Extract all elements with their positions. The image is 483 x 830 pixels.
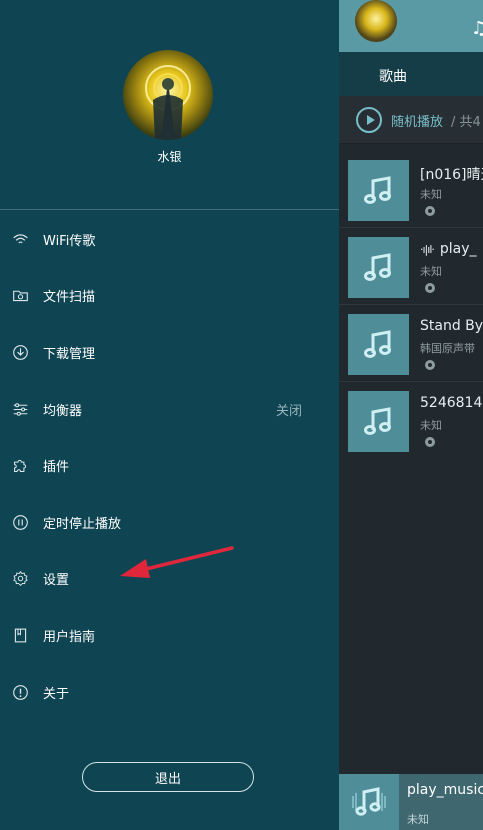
avatar-figure-icon [145, 65, 191, 140]
song-title: Stand By [420, 318, 483, 334]
song-artist: 未知 [420, 419, 442, 432]
navigation-drawer: 水银 WiFi传歌 文件扫描 下载管理 均衡器 关闭 插件 定时停止播放 设置 … [0, 0, 339, 830]
music-note-icon [348, 160, 409, 221]
info-icon [11, 683, 29, 701]
menu-item-sleep-timer[interactable]: 定时停止播放 [0, 497, 339, 547]
disc-icon [425, 360, 435, 370]
menu-label: 关于 [43, 686, 70, 702]
menu-item-download-manager[interactable]: 下载管理 [0, 327, 339, 377]
menu-item-wifi-transfer[interactable]: WiFi传歌 [0, 214, 339, 264]
song-title: [n016]晴天 [420, 167, 483, 183]
download-icon [11, 343, 29, 361]
main-header: ♫ [339, 0, 483, 52]
wifi-icon [11, 230, 29, 248]
disc-icon [425, 283, 435, 293]
player-artist: 未知 [407, 813, 429, 826]
gear-icon [11, 569, 29, 587]
tab-bar: 歌曲 [339, 52, 483, 96]
song-title-text: play_ [439, 241, 477, 257]
play-circle-icon [356, 107, 382, 133]
music-note-icon[interactable]: ♫ [471, 18, 483, 39]
menu-label: 文件扫描 [43, 289, 96, 305]
song-title: 52468147 [420, 395, 483, 411]
song-title-playing: ·ı|ıl· play_ [420, 241, 477, 257]
equalizer-status: 关闭 [275, 403, 302, 419]
shuffle-play-row[interactable]: 随机播放 / 共4 [339, 96, 483, 144]
menu-label: 下载管理 [43, 346, 96, 362]
music-note-icon [348, 391, 409, 452]
song-row[interactable]: ·ı|ıl· play_ 未知 [339, 229, 483, 305]
puzzle-icon [11, 456, 29, 474]
equalizer-icon [11, 400, 29, 418]
disc-icon [425, 437, 435, 447]
disc-icon [425, 206, 435, 216]
menu-item-equalizer[interactable]: 均衡器 关闭 [0, 384, 339, 434]
menu-label: 设置 [43, 572, 70, 588]
menu-item-about[interactable]: 关于 [0, 667, 339, 717]
music-note-icon [348, 237, 409, 298]
user-name[interactable]: 水银 [0, 148, 339, 165]
song-artist: 未知 [420, 265, 442, 278]
tab-songs[interactable]: 歌曲 [379, 66, 407, 86]
menu-label: WiFi传歌 [43, 233, 96, 249]
user-avatar[interactable] [123, 50, 213, 140]
song-row[interactable]: Stand By 韩国原声带 [339, 306, 483, 382]
player-title: play_music [407, 782, 483, 798]
song-count: / 共4 [451, 115, 481, 130]
music-note-icon [348, 314, 409, 375]
logout-button[interactable]: 退出 [82, 762, 254, 792]
song-artist: 韩国原声带 [420, 342, 475, 355]
menu-item-plugins[interactable]: 插件 [0, 440, 339, 490]
song-row[interactable]: 52468147 未知 [339, 383, 483, 459]
menu-label: 插件 [43, 459, 70, 475]
mini-player[interactable]: play_music 未知 [339, 774, 483, 830]
book-icon [11, 626, 29, 644]
drawer-divider [0, 209, 339, 210]
playing-wave-icon: ·ı|ıl· [420, 243, 435, 256]
menu-label: 定时停止播放 [43, 516, 122, 532]
menu-item-file-scan[interactable]: 文件扫描 [0, 270, 339, 320]
song-list-panel: ♫ 歌曲 随机播放 / 共4 [n016]晴天 未知 ·ı|ıl· play_ 未… [339, 0, 483, 830]
red-arrow-annotation [120, 546, 234, 578]
song-row[interactable]: [n016]晴天 未知 [339, 152, 483, 228]
menu-label: 用户指南 [43, 629, 96, 645]
header-avatar[interactable] [355, 0, 397, 42]
menu-item-user-guide[interactable]: 用户指南 [0, 610, 339, 660]
shuffle-label: 随机播放 [391, 115, 444, 130]
timer-stop-icon [11, 513, 29, 531]
folder-scan-icon [11, 286, 29, 304]
song-artist: 未知 [420, 188, 442, 201]
music-note-icon [339, 774, 399, 830]
menu-label: 均衡器 [43, 403, 83, 419]
